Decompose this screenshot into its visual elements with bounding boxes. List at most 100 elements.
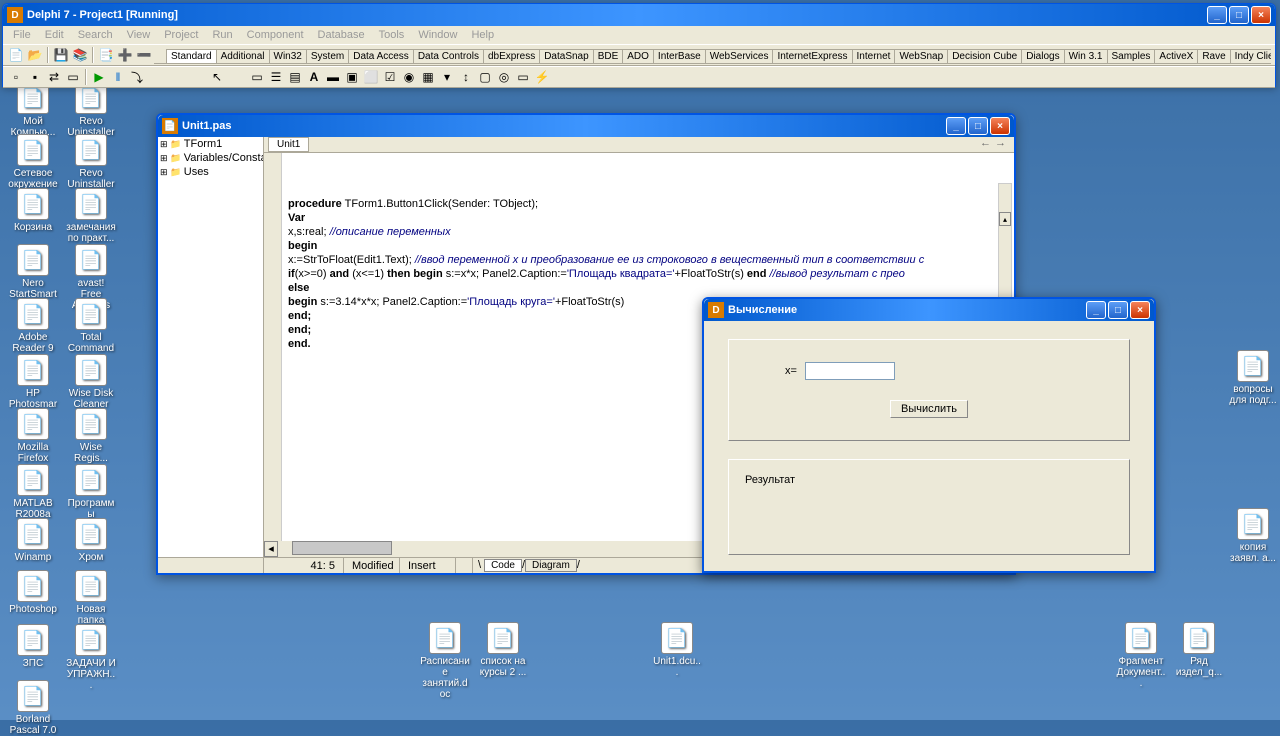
toggle-button[interactable]: ⇄: [45, 68, 63, 86]
component-tab[interactable]: Data Controls: [413, 49, 484, 63]
desktop-icon[interactable]: 📄Ряд издел_q...: [1174, 622, 1224, 678]
comp-panel[interactable]: ▭: [514, 68, 532, 86]
component-tab[interactable]: System: [306, 49, 349, 63]
menu-file[interactable]: File: [7, 28, 37, 42]
add-file-button[interactable]: ➕: [116, 46, 134, 64]
desktop-icon[interactable]: 📄вопросы для подг...: [1228, 350, 1278, 406]
menu-tools[interactable]: Tools: [373, 28, 411, 42]
compute-button[interactable]: Вычислить: [890, 400, 968, 418]
comp-mainmenu[interactable]: ☰: [267, 68, 285, 86]
comp-edit[interactable]: ▬: [324, 68, 342, 86]
view-unit-button[interactable]: ▫: [7, 68, 25, 86]
minimize-button[interactable]: _: [1207, 6, 1227, 24]
menu-project[interactable]: Project: [158, 28, 204, 42]
pointer-tool[interactable]: ↖: [208, 68, 226, 86]
component-tab[interactable]: InterBase: [653, 49, 706, 63]
x-input[interactable]: [805, 362, 895, 380]
editor-titlebar[interactable]: 📄 Unit1.pas _ □ ×: [158, 115, 1014, 137]
scroll-thumb[interactable]: [292, 541, 392, 555]
menu-help[interactable]: Help: [465, 28, 500, 42]
component-tab[interactable]: Data Access: [348, 49, 414, 63]
code-tab[interactable]: Code: [484, 559, 522, 572]
comp-frames[interactable]: ▭: [248, 68, 266, 86]
desktop-icon[interactable]: 📄Nero StartSmart: [8, 244, 58, 300]
unit-tabstrip[interactable]: Unit1 ← →: [264, 137, 1014, 153]
component-tab[interactable]: Indy Clients: [1230, 49, 1271, 63]
app-maximize-button[interactable]: □: [1108, 301, 1128, 319]
comp-button[interactable]: ⬜: [362, 68, 380, 86]
menu-run[interactable]: Run: [206, 28, 238, 42]
desktop-icon[interactable]: 📄Хром: [66, 518, 116, 563]
desktop-icon[interactable]: 📄ЗАДАЧИ И УПРАЖН...: [66, 624, 116, 691]
component-tab[interactable]: InternetExpress: [772, 49, 852, 63]
open-project-button[interactable]: 📑: [97, 46, 115, 64]
comp-label[interactable]: A: [305, 68, 323, 86]
app-close-button[interactable]: ×: [1130, 301, 1150, 319]
desktop-icon[interactable]: 📄Unit1.dcu...: [652, 622, 702, 678]
menu-window[interactable]: Window: [412, 28, 463, 42]
editor-minimize-button[interactable]: _: [946, 117, 966, 135]
app-minimize-button[interactable]: _: [1086, 301, 1106, 319]
desktop-icon[interactable]: 📄Фрагмент Документ...: [1116, 622, 1166, 689]
view-form-button[interactable]: ▪: [26, 68, 44, 86]
desktop-icon[interactable]: 📄Сетевое окружение: [8, 134, 58, 190]
menu-edit[interactable]: Edit: [39, 28, 70, 42]
desktop-icon[interactable]: 📄Photoshop: [8, 570, 58, 615]
close-button[interactable]: ×: [1251, 6, 1271, 24]
editor-maximize-button[interactable]: □: [968, 117, 988, 135]
comp-checkbox[interactable]: ☑: [381, 68, 399, 86]
component-tab[interactable]: Dialogs: [1021, 49, 1064, 63]
new-button[interactable]: 📄: [7, 46, 25, 64]
desktop-icon[interactable]: 📄ЗПС: [8, 624, 58, 669]
comp-actionlist[interactable]: ⚡: [533, 68, 551, 86]
component-tab[interactable]: BDE: [593, 49, 624, 63]
component-palette-tabs[interactable]: StandardAdditionalWin32SystemData Access…: [154, 46, 1271, 64]
component-tab[interactable]: ADO: [622, 49, 654, 63]
comp-radiogroup[interactable]: ◎: [495, 68, 513, 86]
component-tab[interactable]: Internet: [852, 49, 896, 63]
desktop-icon[interactable]: 📄Wise Regis...: [66, 408, 116, 464]
desktop-icon[interactable]: 📄MATLAB R2008a: [8, 464, 58, 520]
desktop-icon[interactable]: 📄Revo Uninstaller: [66, 134, 116, 190]
component-tab[interactable]: Samples: [1107, 49, 1156, 63]
component-tab[interactable]: Decision Cube: [947, 49, 1022, 63]
editor-close-button[interactable]: ×: [990, 117, 1010, 135]
menubar[interactable]: FileEditSearchViewProjectRunComponentDat…: [3, 26, 1275, 44]
comp-combobox[interactable]: ▾: [438, 68, 456, 86]
code-explorer-tree[interactable]: TForm1Variables/ConstantsUses: [158, 137, 264, 557]
save-all-button[interactable]: 📚: [71, 46, 89, 64]
component-tab[interactable]: Rave: [1197, 49, 1230, 63]
desktop-icon[interactable]: 📄Программы: [66, 464, 116, 520]
component-tab[interactable]: Standard: [166, 49, 217, 63]
desktop-icon[interactable]: 📄Borland Pascal 7.0: [8, 680, 58, 736]
menu-component[interactable]: Component: [241, 28, 310, 42]
desktop-icon[interactable]: 📄Мой Компью...: [8, 82, 58, 138]
menu-database[interactable]: Database: [312, 28, 371, 42]
desktop-icon[interactable]: 📄список на курсы 2 ...: [478, 622, 528, 678]
desktop-icon[interactable]: 📄Wise Disk Cleaner: [66, 354, 116, 410]
tree-item[interactable]: Uses: [158, 165, 263, 179]
pause-button[interactable]: ‖: [109, 68, 127, 86]
desktop-icon[interactable]: 📄копия заявл. а...: [1228, 508, 1278, 564]
new-form-button[interactable]: ▭: [64, 68, 82, 86]
tree-item[interactable]: Variables/Constants: [158, 151, 263, 165]
component-tab[interactable]: Additional: [216, 49, 270, 63]
desktop-icon[interactable]: 📄Revo Uninstaller: [66, 82, 116, 138]
tree-item[interactable]: TForm1: [158, 137, 263, 151]
comp-scrollbar[interactable]: ↕: [457, 68, 475, 86]
comp-groupbox[interactable]: ▢: [476, 68, 494, 86]
app-titlebar[interactable]: D Вычисление _ □ ×: [704, 299, 1154, 321]
menu-view[interactable]: View: [121, 28, 157, 42]
menu-search[interactable]: Search: [72, 28, 119, 42]
component-tab[interactable]: Win 3.1: [1064, 49, 1108, 63]
desktop-icon[interactable]: 📄Winamp: [8, 518, 58, 563]
nav-back-icon[interactable]: ←: [980, 137, 991, 152]
open-button[interactable]: 📂: [26, 46, 44, 64]
component-tab[interactable]: ActiveX: [1154, 49, 1198, 63]
desktop-icon[interactable]: 📄Корзина: [8, 188, 58, 233]
component-tab[interactable]: dbExpress: [483, 49, 540, 63]
save-button[interactable]: 💾: [52, 46, 70, 64]
desktop-icon[interactable]: 📄Adobe Reader 9: [8, 298, 58, 354]
comp-memo[interactable]: ▣: [343, 68, 361, 86]
run-button[interactable]: ▶: [90, 68, 108, 86]
